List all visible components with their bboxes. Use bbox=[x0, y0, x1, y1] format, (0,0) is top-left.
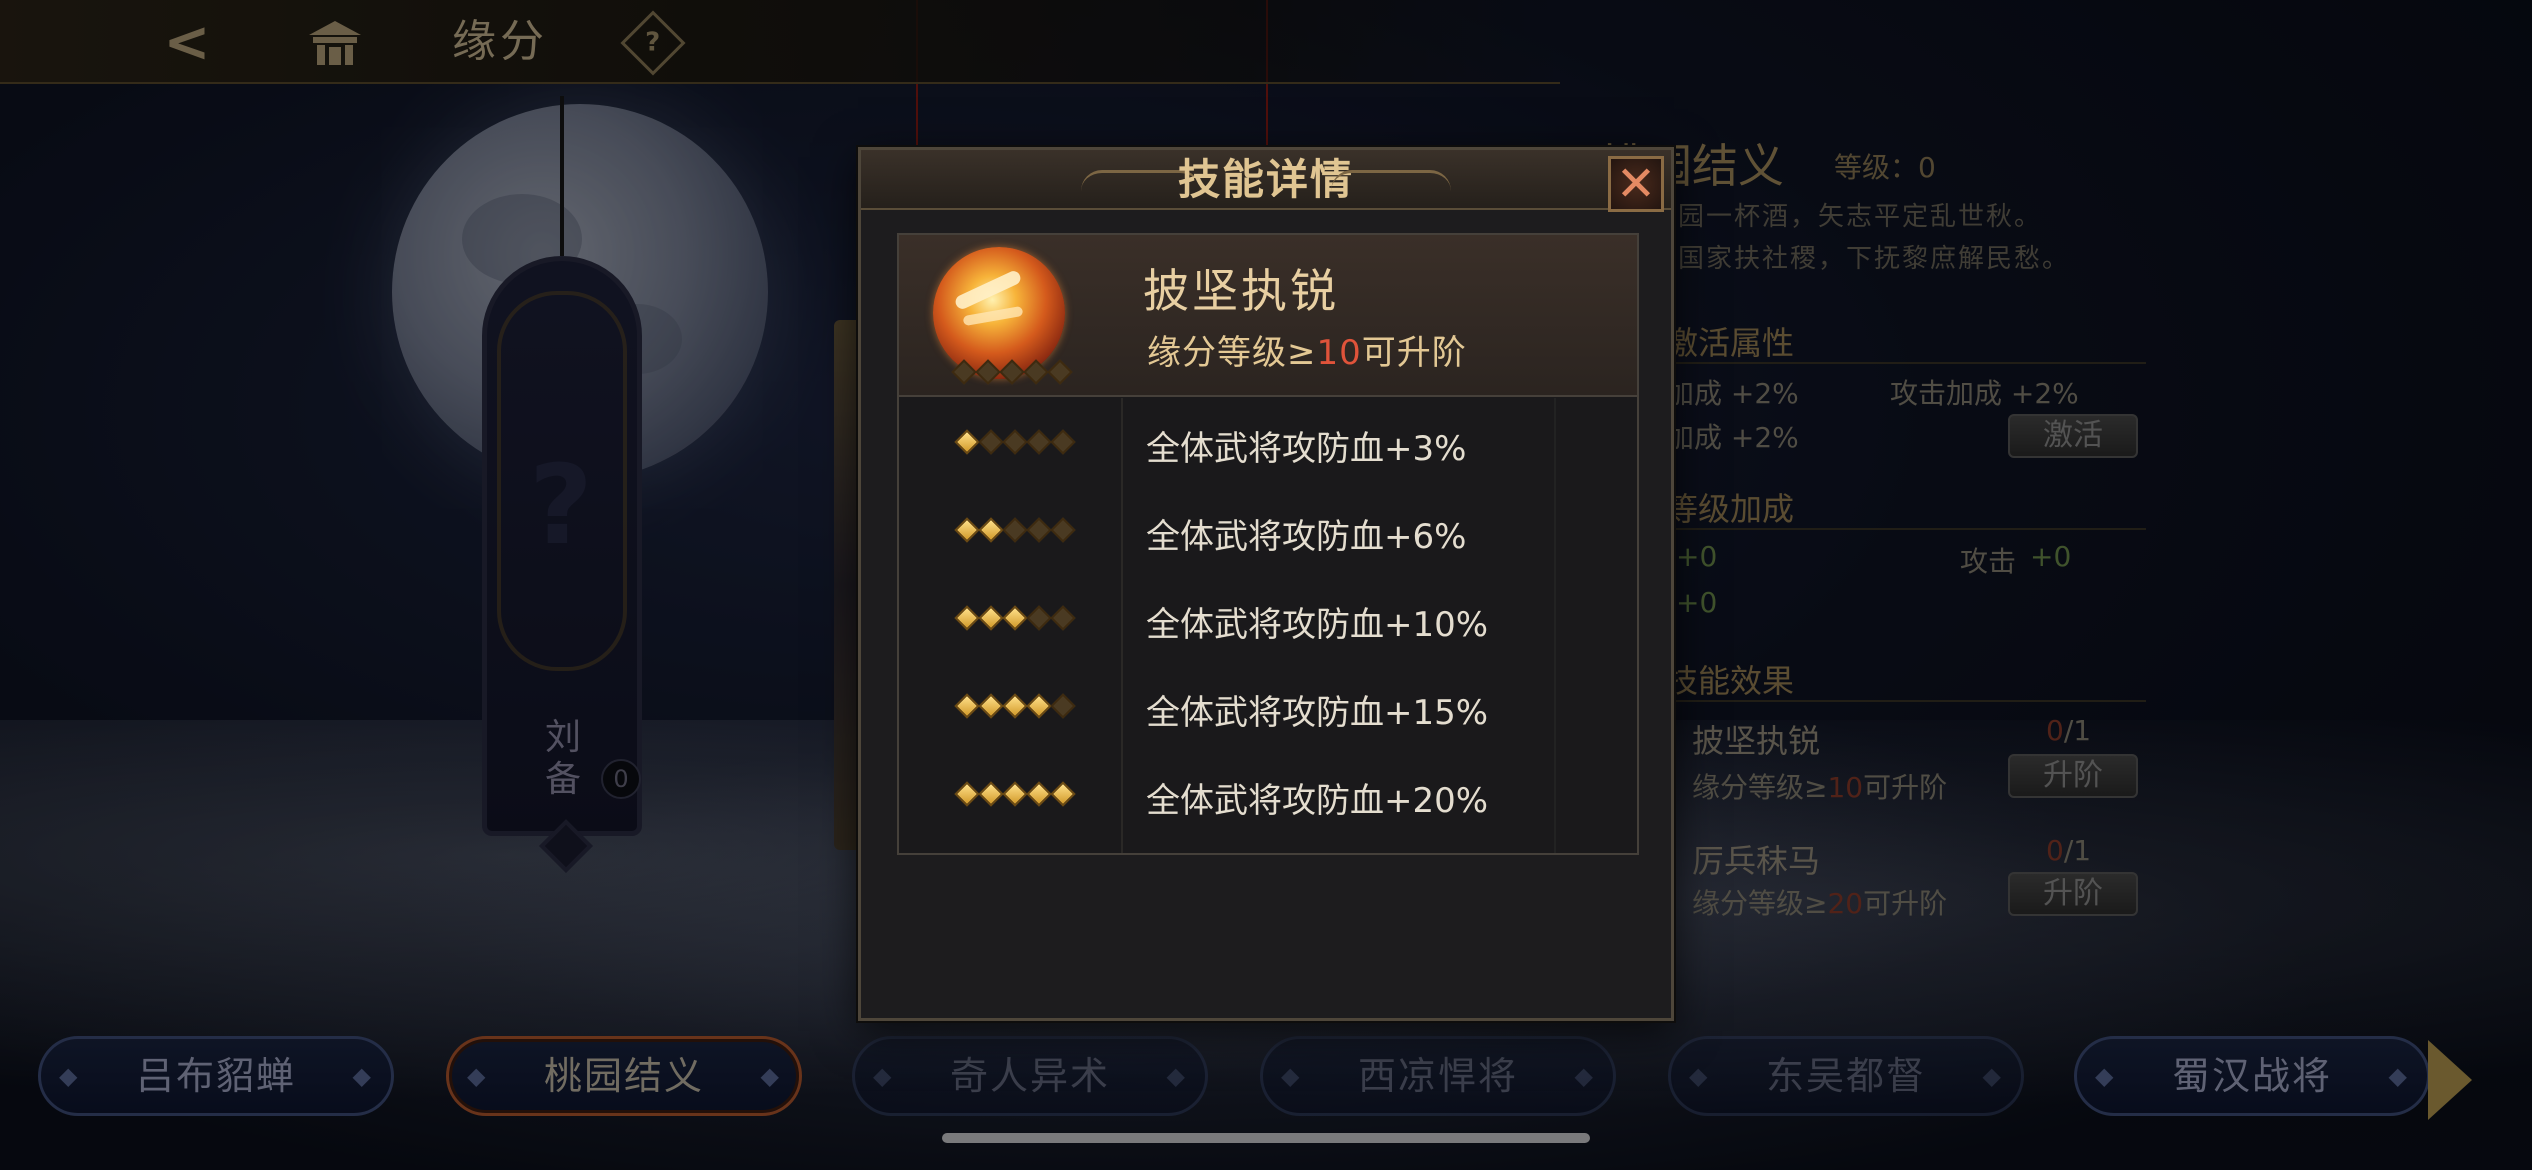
dialog-header: 技能详情 bbox=[861, 150, 1671, 210]
dialog-title: 技能详情 bbox=[1177, 155, 1354, 204]
star-diamond-icon bbox=[1002, 781, 1028, 807]
req-suffix: 可升阶 bbox=[1361, 333, 1467, 373]
tier-star-rating bbox=[954, 693, 1076, 719]
star-diamond-icon bbox=[1026, 781, 1052, 807]
skill-header: 披坚执锐 缘分等级≥10可升阶 bbox=[899, 235, 1637, 397]
close-icon: ✕ bbox=[1615, 156, 1657, 212]
star-diamond-icon bbox=[1047, 359, 1073, 385]
skill-detail-dialog: 技能详情 ✕ 披坚执锐 缘分等级≥10可升阶 全体武将攻防血+3% 全体武将攻防血… bbox=[858, 147, 1674, 1021]
star-diamond-icon bbox=[1050, 781, 1076, 807]
star-diamond-icon bbox=[1050, 605, 1076, 631]
tier-effect-text: 全体武将攻防血+10% bbox=[1146, 605, 1489, 645]
star-diamond-icon bbox=[954, 517, 980, 543]
home-indicator[interactable] bbox=[942, 1133, 1590, 1143]
star-diamond-icon bbox=[1026, 693, 1052, 719]
star-diamond-icon bbox=[978, 693, 1004, 719]
star-diamond-icon bbox=[1050, 693, 1076, 719]
skill-card: 披坚执锐 缘分等级≥10可升阶 全体武将攻防血+3% 全体武将攻防血+6% 全体武将… bbox=[897, 233, 1639, 855]
skill-requirement: 缘分等级≥10可升阶 bbox=[1147, 325, 1467, 374]
star-diamond-icon bbox=[1002, 429, 1028, 455]
tier-effect-text: 全体武将攻防血+3% bbox=[1146, 429, 1467, 469]
tier-star-rating bbox=[954, 429, 1076, 455]
tier-star-rating bbox=[954, 517, 1076, 543]
star-diamond-icon bbox=[1002, 517, 1028, 543]
star-diamond-icon bbox=[1026, 605, 1052, 631]
req-number: 10 bbox=[1316, 333, 1362, 373]
tier-star-rating bbox=[954, 781, 1076, 807]
star-diamond-icon bbox=[999, 359, 1025, 385]
tier-row: 全体武将攻防血+20% bbox=[899, 751, 1637, 839]
tier-effect-text: 全体武将攻防血+20% bbox=[1146, 781, 1489, 821]
star-diamond-icon bbox=[1026, 429, 1052, 455]
tier-effect-text: 全体武将攻防血+15% bbox=[1146, 693, 1489, 733]
star-diamond-icon bbox=[954, 693, 980, 719]
skill-star-rating bbox=[951, 359, 1073, 385]
skill-icon bbox=[933, 247, 1065, 379]
star-diamond-icon bbox=[978, 429, 1004, 455]
tier-row: 全体武将攻防血+6% bbox=[899, 487, 1637, 575]
star-diamond-icon bbox=[951, 359, 977, 385]
star-diamond-icon bbox=[975, 359, 1001, 385]
star-diamond-icon bbox=[1026, 517, 1052, 543]
tier-row: 全体武将攻防血+3% bbox=[899, 399, 1637, 487]
tier-star-rating bbox=[954, 605, 1076, 631]
tier-row: 全体武将攻防血+10% bbox=[899, 575, 1637, 663]
tier-effect-text: 全体武将攻防血+6% bbox=[1146, 517, 1467, 557]
star-diamond-icon bbox=[954, 781, 980, 807]
star-diamond-icon bbox=[1002, 605, 1028, 631]
star-diamond-icon bbox=[1023, 359, 1049, 385]
star-diamond-icon bbox=[954, 429, 980, 455]
star-diamond-icon bbox=[1050, 429, 1076, 455]
req-prefix: 缘分等级≥ bbox=[1147, 333, 1317, 373]
tier-row: 全体武将攻防血+15% bbox=[899, 663, 1637, 751]
skill-name: 披坚执锐 bbox=[1143, 264, 1339, 318]
star-diamond-icon bbox=[978, 517, 1004, 543]
star-diamond-icon bbox=[1002, 693, 1028, 719]
close-button[interactable]: ✕ bbox=[1608, 156, 1664, 212]
star-diamond-icon bbox=[978, 605, 1004, 631]
star-diamond-icon bbox=[1050, 517, 1076, 543]
star-diamond-icon bbox=[954, 605, 980, 631]
star-diamond-icon bbox=[978, 781, 1004, 807]
